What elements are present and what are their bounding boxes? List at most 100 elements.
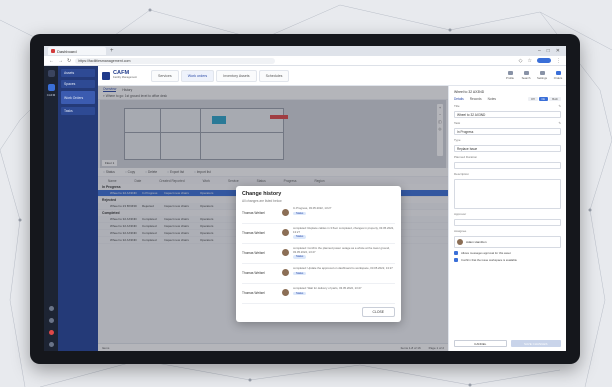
minimize-icon[interactable]: –	[538, 48, 541, 54]
schedule-field[interactable]	[454, 162, 561, 169]
edit-icon[interactable]: ✎	[558, 104, 561, 108]
assignee-label: Assignee	[454, 229, 467, 233]
new-tab-button[interactable]: +	[110, 48, 114, 54]
description-textarea[interactable]	[454, 179, 561, 209]
screen: Dashboard + – □ ✕ ← → ↻ https://faciliti…	[44, 46, 566, 351]
browser-tabbar: Dashboard + – □ ✕	[44, 46, 566, 56]
header-search-label: Search	[521, 76, 531, 80]
toggle-on[interactable]: On	[538, 97, 549, 101]
reload-icon[interactable]: ↻	[67, 58, 71, 64]
browser-actions: ◇ ☆ ⋮	[519, 58, 561, 64]
title-field[interactable]: Wheel to 32 AX3ND	[454, 111, 561, 118]
avatar	[282, 249, 289, 256]
approver-field[interactable]	[454, 219, 561, 226]
field-label-type: Type	[454, 138, 461, 142]
browser-tab[interactable]: Dashboard	[48, 47, 106, 55]
grid-icon[interactable]	[47, 70, 55, 77]
history-entry: Thomas Weitzel completed: Update the appr…	[242, 266, 395, 284]
main-area: CAFM Facility Management Services Work o…	[98, 66, 566, 351]
change-history-dialog: Change history All changes are listed be…	[236, 186, 401, 322]
close-window-icon[interactable]: ✕	[556, 48, 560, 54]
settings-icon[interactable]	[48, 318, 54, 323]
header-orders-label: Orders	[553, 76, 563, 80]
tab-services[interactable]: Services	[150, 69, 179, 82]
checkbox-workspace[interactable]: Confirm that the issue workspace is avai…	[454, 258, 561, 262]
toggle-both[interactable]: Both	[549, 97, 561, 101]
profile-pill[interactable]	[537, 58, 551, 63]
tab-notes[interactable]: Notes	[488, 97, 496, 101]
sidebar-item-work-orders[interactable]: Work Orders	[61, 91, 95, 104]
toggle-off[interactable]: Off	[527, 97, 538, 101]
logo-subtitle: Facility Management	[113, 76, 137, 79]
tab-schedules[interactable]: Schedules	[258, 69, 290, 82]
user-avatar[interactable]	[48, 342, 54, 347]
cancel-button[interactable]: CANCEL	[454, 340, 507, 347]
logo-text: CAFM Facility Management	[113, 71, 137, 79]
history-text: completed: Replace cables in 3 floor com…	[293, 226, 395, 239]
forward-icon[interactable]: →	[58, 58, 63, 64]
app: CAFM Assets Spaces Work Orders Tasks CAF…	[44, 66, 566, 351]
history-entry: Thomas Weitzel completed: Wait for delive…	[242, 286, 395, 304]
dialog-title: Change history	[242, 191, 282, 197]
history-text: completed: Confirm the planned power out…	[293, 246, 395, 259]
browser-urlbar: ← → ↻ https://facilitiesmanagement.com ◇…	[44, 56, 566, 66]
notification-icon[interactable]	[48, 330, 54, 335]
tab-inventory-assets[interactable]: Inventory Assets	[216, 69, 257, 82]
close-button[interactable]: CLOSE	[361, 307, 395, 317]
cafm-app-icon[interactable]	[47, 84, 55, 91]
sidebar-item-assets[interactable]: Assets	[61, 69, 95, 77]
status-badge: Status	[293, 291, 307, 295]
task-field[interactable]: In Progress	[454, 128, 561, 135]
field-label-task: Task ✎	[454, 121, 561, 125]
header-actions: Profile Search Settings Orders	[506, 71, 566, 80]
status-badge: Status	[293, 211, 307, 215]
tab-details[interactable]: Details	[454, 97, 464, 101]
back-icon[interactable]: ←	[49, 58, 54, 64]
schedule-label: Planned Duration	[454, 155, 478, 159]
history-text: In Progress, 03.05.2022, 13:27 Status	[293, 207, 395, 215]
checkbox-approval[interactable]: Allows messages approval for this asset	[454, 251, 561, 255]
assignee-field[interactable]: Adam Hamilton	[454, 236, 561, 248]
view-toggle: Off On Both	[527, 97, 561, 101]
status-badge: Status	[293, 235, 307, 239]
history-author: Thomas Weitzel	[242, 251, 265, 255]
window-controls: – □ ✕	[538, 48, 566, 54]
header-profile-button[interactable]: Profile	[506, 71, 514, 80]
header-profile-label: Profile	[506, 76, 514, 80]
edit-icon[interactable]: ✎	[558, 121, 561, 125]
type-field[interactable]: Replace Issue	[454, 145, 561, 152]
maximize-icon[interactable]: □	[547, 48, 550, 54]
detail-actions: CANCEL SAVE CHANGES	[454, 340, 561, 347]
module-tabs: Services Work orders Inventory Assets Sc…	[150, 69, 290, 82]
status-badge: Status	[293, 271, 307, 275]
sidebar-item-tasks[interactable]: Tasks	[61, 107, 95, 115]
browser-menu-icon[interactable]: ⋮	[556, 58, 561, 64]
history-description: completed: Replace cables in 3 floor com…	[293, 226, 395, 234]
avatar	[282, 229, 289, 236]
history-list: Thomas Weitzel In Progress, 03.05.2022, 1…	[242, 207, 395, 304]
sidebar-item-spaces[interactable]: Spaces	[61, 80, 95, 88]
assignee-name: Adam Hamilton	[466, 240, 487, 244]
extensions-icon[interactable]: ◇	[519, 58, 523, 64]
address-bar[interactable]: https://facilitiesmanagement.com	[75, 57, 276, 64]
tab-work-orders[interactable]: Work orders	[180, 69, 215, 82]
search-icon	[523, 71, 529, 75]
avatar	[282, 269, 289, 276]
history-author: Thomas Weitzel	[242, 231, 265, 235]
header-orders-button[interactable]: Orders	[554, 71, 562, 80]
detail-title: Wheel to 32 AX3ND	[454, 90, 485, 94]
tab-records[interactable]: Records	[470, 97, 482, 101]
header-settings-button[interactable]: Settings	[537, 71, 547, 80]
app-header: CAFM Facility Management Services Work o…	[98, 66, 566, 86]
history-author: Thomas Weitzel	[242, 211, 265, 215]
work-orders-view: Overview History ⌖ Where to go: 1st grou…	[98, 86, 448, 351]
save-changes-button[interactable]: SAVE CHANGES	[510, 340, 561, 347]
header-search-button[interactable]: Search	[522, 71, 530, 80]
status-badge: Status	[293, 255, 307, 259]
history-entry: Thomas Weitzel completed: Replace cables …	[242, 226, 395, 244]
history-description: In Progress, 03.05.2022, 13:27	[293, 207, 332, 210]
history-description: completed: Confirm the planned power out…	[293, 246, 391, 254]
help-icon[interactable]	[48, 306, 54, 311]
content-body: Overview History ⌖ Where to go: 1st grou…	[98, 86, 566, 351]
bookmark-icon[interactable]: ☆	[528, 58, 532, 64]
